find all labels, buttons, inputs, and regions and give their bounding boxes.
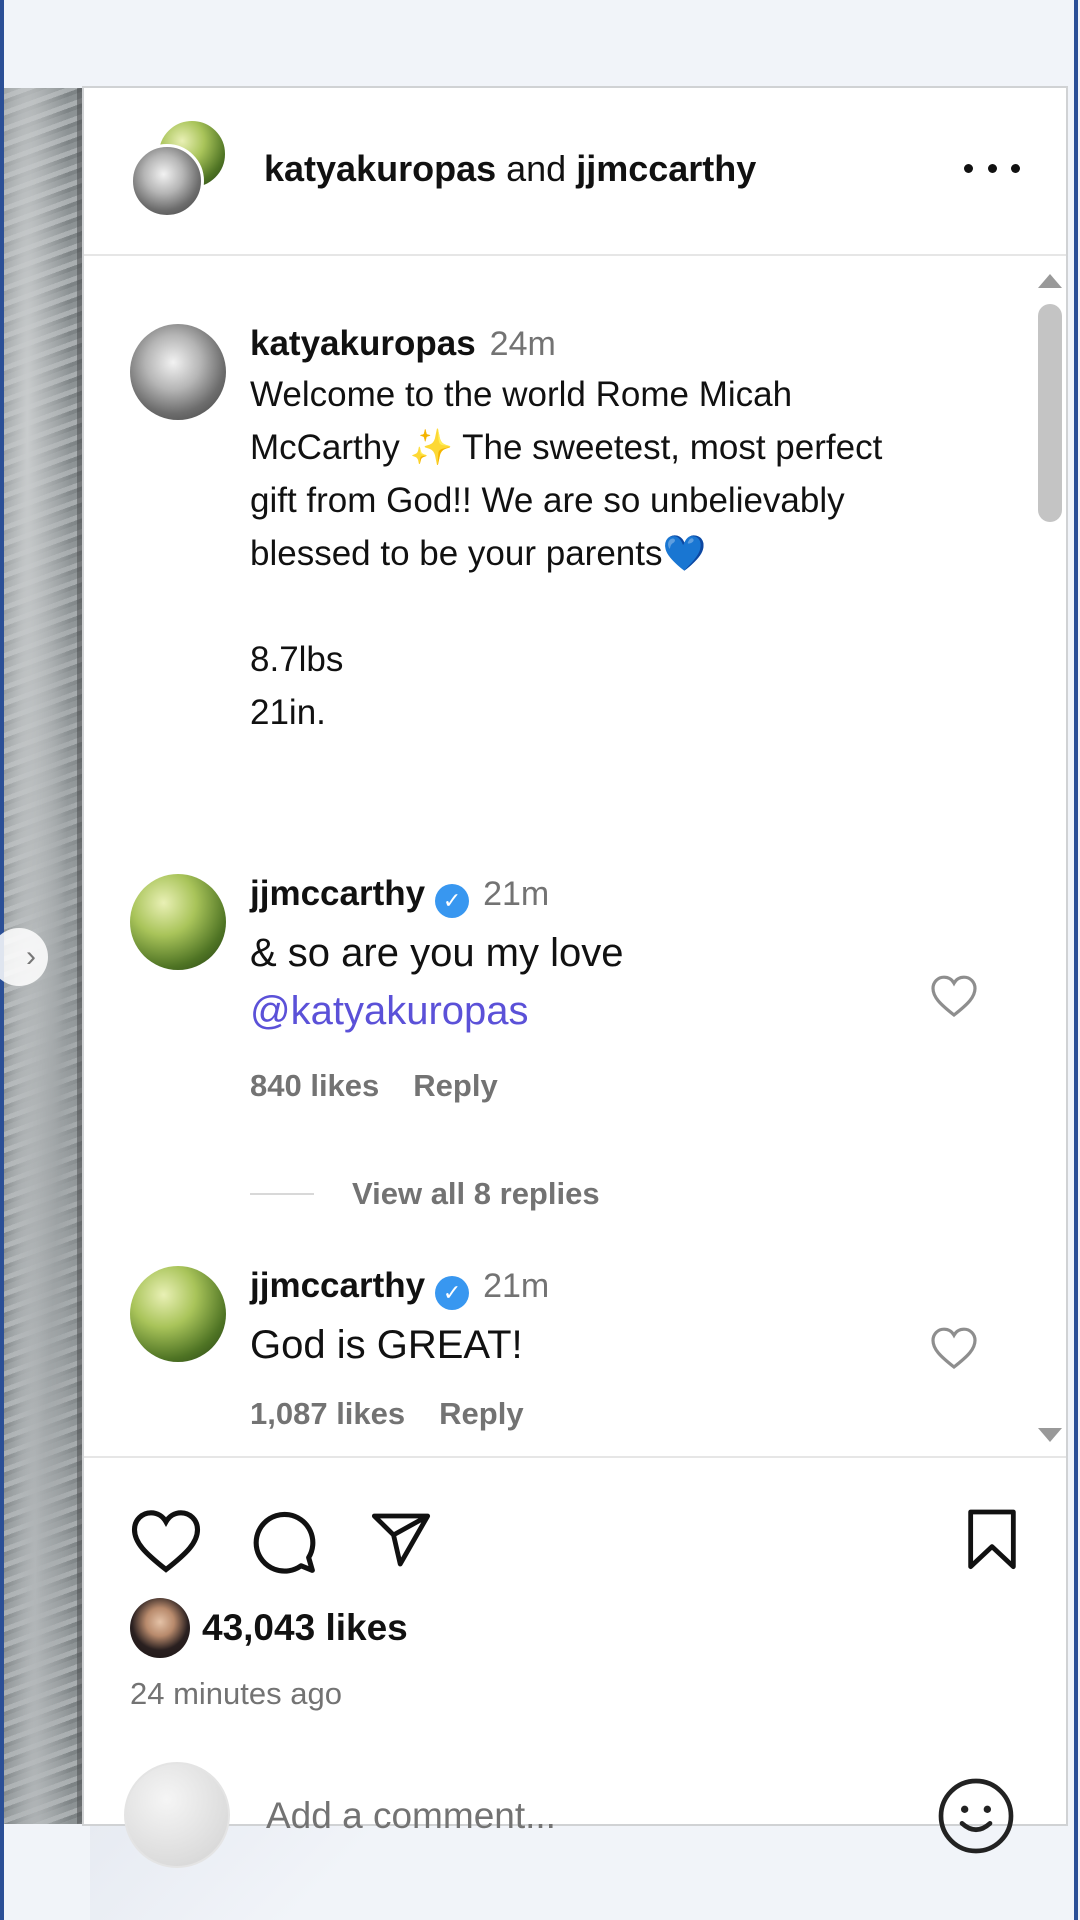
caption-weight: 8.7lbs	[250, 640, 344, 679]
comment-text: God is GREAT!	[250, 1322, 523, 1367]
caption-line: blessed to be your parents💙	[250, 534, 707, 573]
avatar[interactable]	[130, 874, 226, 970]
bookmark-icon[interactable]	[964, 1508, 1020, 1572]
scrollbar-thumb[interactable]	[1038, 304, 1062, 522]
window-frame-right	[1074, 0, 1078, 1920]
post-header: katyakuropas and jjmccarthy	[84, 88, 1066, 256]
comment-text: & so are you my love @katyakuropas	[250, 930, 624, 1033]
verified-badge-icon: ✓	[435, 1275, 470, 1310]
post-authors: katyakuropas and jjmccarthy	[264, 148, 756, 190]
avatar	[124, 1762, 230, 1868]
comment-timestamp[interactable]: 21m	[483, 875, 549, 913]
avatar-katyakuropas[interactable]	[130, 144, 204, 218]
heart-icon[interactable]	[130, 1508, 202, 1574]
post-time[interactable]: 24 minutes ago	[130, 1676, 342, 1712]
comment-username[interactable]: jjmccarthy	[250, 1266, 425, 1305]
chevron-right-icon: ›	[26, 940, 36, 973]
comment-timestamp[interactable]: 21m	[483, 1267, 549, 1305]
caption-length: 21in.	[250, 693, 326, 732]
likes-summary[interactable]: 43,043 likes	[130, 1598, 408, 1658]
scrollbar[interactable]	[1032, 256, 1066, 1456]
author-link-jjmccarthy[interactable]: jjmccarthy	[576, 148, 756, 189]
scroll-up-arrow-icon[interactable]	[1038, 274, 1062, 288]
view-replies-button[interactable]: View all 8 replies	[250, 1176, 750, 1212]
comment-username[interactable]: jjmccarthy	[250, 874, 425, 913]
caption-text: Welcome to the world Rome Micah McCarthy…	[250, 368, 990, 739]
verified-badge-icon: ✓	[435, 883, 470, 918]
post-actions: 43,043 likes 24 minutes ago	[84, 1456, 1066, 1868]
collab-avatars[interactable]	[130, 118, 230, 218]
comment-input[interactable]	[264, 1788, 828, 1844]
reply-button[interactable]: Reply	[413, 1068, 497, 1103]
mention-link[interactable]: @katyakuropas	[250, 989, 529, 1033]
caption-line: Welcome to the world Rome Micah	[250, 375, 793, 414]
authors-joiner: and	[496, 148, 577, 189]
scroll-down-arrow-icon[interactable]	[1038, 1428, 1062, 1442]
avatar[interactable]	[130, 324, 226, 420]
caption-line: gift from God!! We are so unbelievably	[250, 481, 845, 520]
caption-line: McCarthy ✨ The sweetest, most perfect	[250, 428, 883, 467]
comments-list[interactable]: katyakuropas 24m Welcome to the world Rom…	[84, 256, 1066, 1456]
comment-likes[interactable]: 1,087 likes	[250, 1396, 405, 1431]
more-options-icon[interactable]	[964, 150, 1020, 186]
author-link-katyakuropas[interactable]: katyakuropas	[264, 148, 496, 189]
heart-icon[interactable]	[930, 974, 978, 1018]
comment-likes[interactable]: 840 likes	[250, 1068, 379, 1103]
liker-avatar	[130, 1598, 190, 1658]
paper-plane-icon[interactable]	[368, 1508, 434, 1572]
post-detail-panel: katyakuropas and jjmccarthy katyakuropas…	[82, 86, 1068, 1868]
heart-icon[interactable]	[930, 1326, 978, 1370]
comment-bubble-icon[interactable]	[250, 1508, 318, 1576]
smiley-icon[interactable]	[936, 1776, 1016, 1856]
reply-button[interactable]: Reply	[439, 1396, 523, 1431]
like-count[interactable]: 43,043 likes	[202, 1607, 408, 1649]
comment-username[interactable]: katyakuropas	[250, 324, 476, 363]
avatar[interactable]	[130, 1266, 226, 1362]
comment-timestamp[interactable]: 24m	[490, 325, 556, 363]
